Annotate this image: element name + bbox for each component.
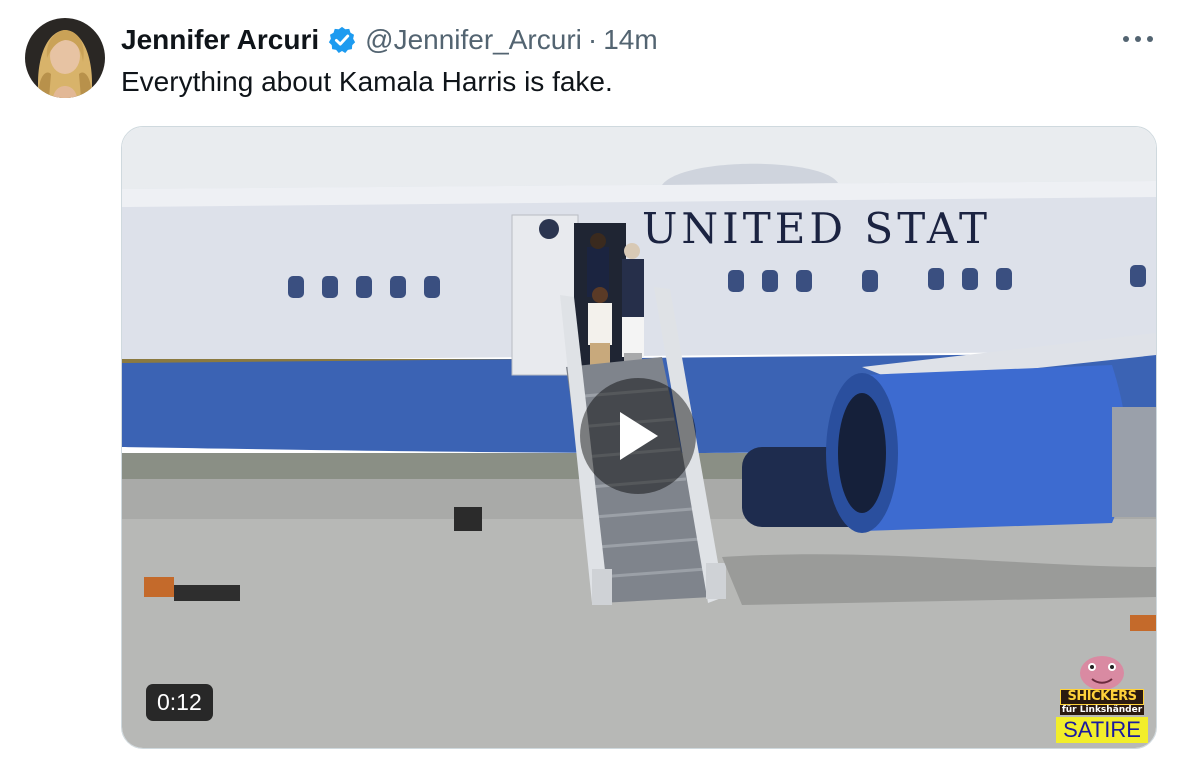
satire-watermark: SHICKERS für Linkshänder SATIRE bbox=[1052, 649, 1152, 745]
separator-dot: · bbox=[587, 24, 598, 55]
display-name[interactable]: Jennifer Arcuri bbox=[121, 24, 319, 56]
watermark-title: SHICKERS bbox=[1060, 689, 1144, 705]
verified-badge-icon bbox=[327, 25, 357, 55]
more-options-button[interactable] bbox=[1118, 24, 1158, 54]
tweet-header: Jennifer Arcuri @Jennifer_Arcuri · 14m bbox=[121, 20, 658, 60]
watermark-subtitle: für Linkshänder bbox=[1060, 705, 1144, 715]
play-button[interactable] bbox=[580, 378, 696, 494]
post-timestamp[interactable]: 14m bbox=[603, 24, 657, 56]
user-handle[interactable]: @Jennifer_Arcuri bbox=[365, 24, 582, 56]
avatar-image bbox=[25, 18, 105, 98]
play-icon bbox=[620, 412, 658, 460]
avatar[interactable] bbox=[25, 18, 105, 98]
tweet-text: Everything about Kamala Harris is fake. bbox=[121, 66, 613, 97]
video-duration: 0:12 bbox=[146, 684, 213, 721]
video-player[interactable]: UNITED STAT 0:12 SHICKERS für Linkshände… bbox=[121, 126, 1157, 749]
aircraft-lettering: UNITED STAT bbox=[642, 204, 991, 253]
more-horizontal-icon bbox=[1123, 36, 1153, 42]
mascot-logo bbox=[1080, 656, 1124, 690]
satire-label: SATIRE bbox=[1056, 717, 1148, 743]
